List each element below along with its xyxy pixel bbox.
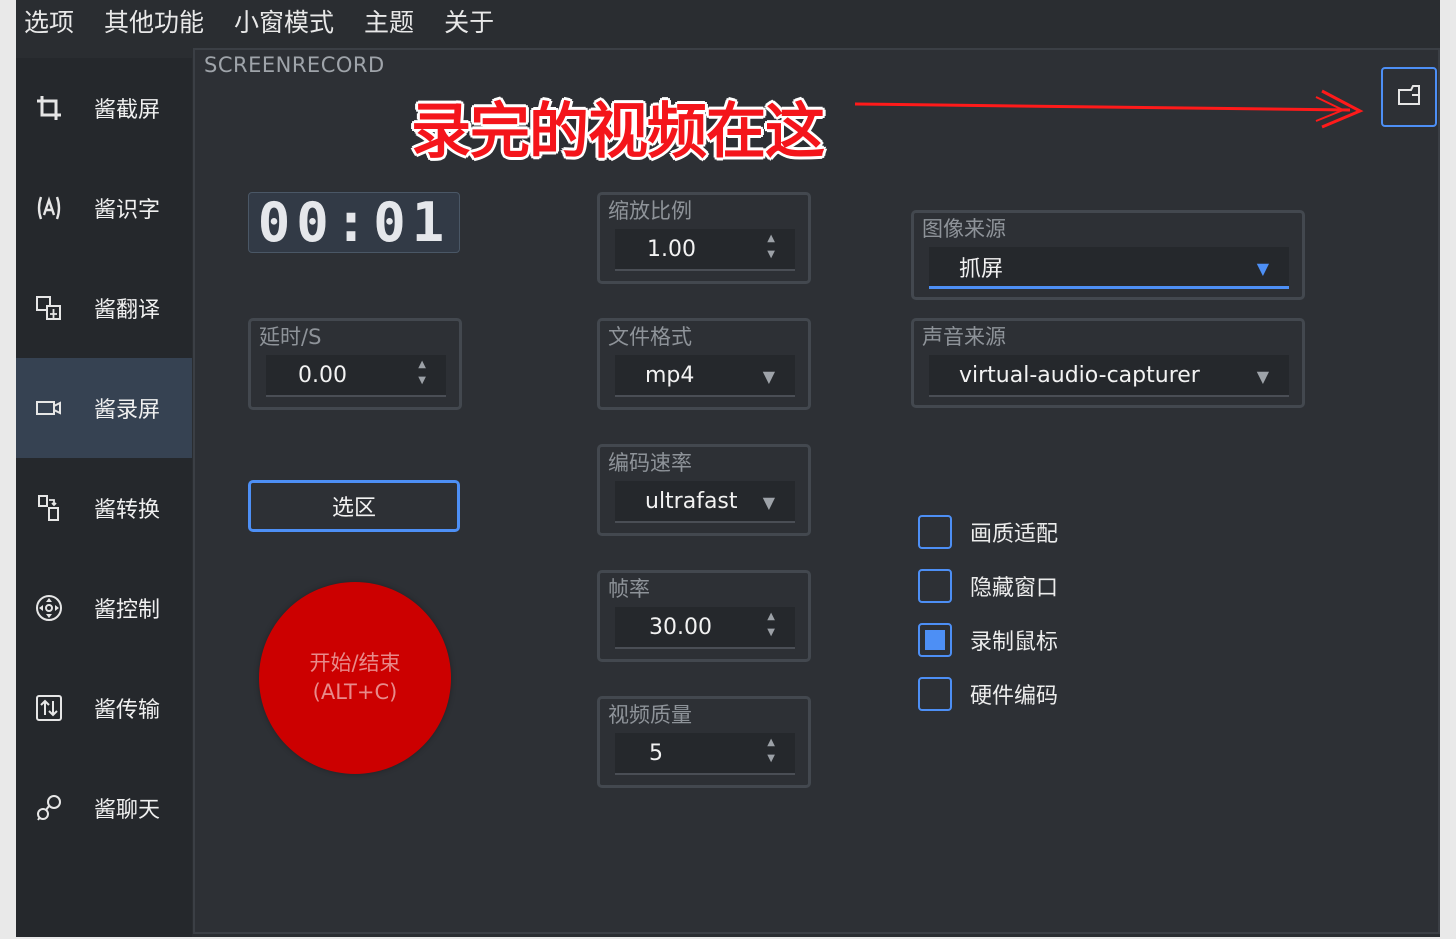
checkbox-quality-adapt[interactable]: 画质适配 bbox=[918, 514, 1058, 550]
quality-label: 视频质量 bbox=[608, 703, 692, 727]
sidebar-item-label: 酱识字 bbox=[94, 198, 161, 223]
quality-value: 5 bbox=[649, 740, 663, 766]
sidebar-item-label: 酱聊天 bbox=[94, 798, 161, 823]
file-convert-icon bbox=[34, 493, 64, 523]
fps-group: 帧率 30.00 ▲ ▼ bbox=[597, 570, 811, 662]
sidebar-item-label: 酱截屏 bbox=[94, 98, 161, 123]
checkbox-box[interactable] bbox=[918, 515, 952, 549]
checkbox-box[interactable] bbox=[918, 623, 952, 657]
sidebar-item-translate[interactable]: 酱翻译 bbox=[16, 258, 192, 358]
chevron-down-icon: ▼ bbox=[1256, 259, 1269, 278]
app-window: 选项 其他功能 小窗模式 主题 关于 酱截屏 酱识字 酱翻译 酱录屏 酱转换 酱… bbox=[16, 0, 1440, 937]
menu-about[interactable]: 关于 bbox=[436, 0, 508, 46]
checkbox-hide-window[interactable]: 隐藏窗口 bbox=[918, 568, 1058, 604]
sidebar-item-ocr[interactable]: 酱识字 bbox=[16, 158, 192, 258]
annotation-text: 录完的视频在这 bbox=[411, 97, 825, 167]
timer-display: 00:01 bbox=[248, 191, 460, 254]
fps-value: 30.00 bbox=[649, 614, 712, 640]
fps-spinbox[interactable]: 30.00 ▲ ▼ bbox=[615, 607, 795, 649]
sidebar-item-screenshot[interactable]: 酱截屏 bbox=[16, 58, 192, 158]
crop-icon bbox=[34, 93, 64, 123]
sidebar-item-label: 酱翻译 bbox=[94, 298, 161, 323]
image-source-dropdown[interactable]: 抓屏 ▼ bbox=[929, 247, 1289, 289]
quality-group: 视频质量 5 ▲ ▼ bbox=[597, 696, 811, 788]
checkbox-label: 隐藏窗口 bbox=[970, 576, 1059, 601]
scale-label: 缩放比例 bbox=[608, 199, 692, 223]
image-source-group: 图像来源 抓屏 ▼ bbox=[911, 210, 1305, 300]
chevron-down-icon: ▼ bbox=[1256, 367, 1269, 386]
delay-value: 0.00 bbox=[298, 362, 347, 388]
chevron-down-icon: ▼ bbox=[762, 367, 775, 386]
spin-arrows-icon[interactable]: ▲ ▼ bbox=[767, 231, 775, 263]
sidebar-item-chat[interactable]: 酱聊天 bbox=[16, 758, 192, 858]
menu-options[interactable]: 选项 bbox=[16, 0, 88, 46]
panel-title: SCREENRECORD bbox=[204, 53, 385, 77]
scale-group: 缩放比例 1.00 ▲ ▼ bbox=[597, 192, 811, 284]
checkmark-fill bbox=[925, 630, 945, 650]
sidebar: 酱截屏 酱识字 酱翻译 酱录屏 酱转换 酱控制 酱传输 酱聊天 bbox=[16, 58, 192, 937]
spin-arrows-icon[interactable]: ▲ ▼ bbox=[767, 735, 775, 767]
spin-arrows-icon[interactable]: ▲ ▼ bbox=[418, 357, 426, 389]
audio-source-label: 声音来源 bbox=[922, 325, 1006, 349]
menu-mini-window[interactable]: 小窗模式 bbox=[226, 0, 348, 46]
sidebar-item-label: 酱录屏 bbox=[94, 398, 161, 423]
chevron-down-icon: ▼ bbox=[762, 493, 775, 512]
record-button-shortcut: (ALT+C) bbox=[312, 680, 398, 704]
format-group: 文件格式 mp4 ▼ bbox=[597, 318, 811, 410]
image-source-value: 抓屏 bbox=[959, 256, 1004, 282]
delay-group: 延时/S 0.00 ▲ ▼ bbox=[248, 318, 462, 410]
annotation-arrow bbox=[855, 89, 1364, 129]
preset-dropdown[interactable]: ultrafast ▼ bbox=[615, 481, 795, 523]
audio-source-group: 声音来源 virtual-audio-capturer ▼ bbox=[911, 318, 1305, 408]
select-area-button[interactable]: 选区 bbox=[248, 480, 460, 532]
quality-spinbox[interactable]: 5 ▲ ▼ bbox=[615, 733, 795, 775]
delay-label: 延时/S bbox=[259, 325, 322, 349]
checkbox-box[interactable] bbox=[918, 569, 952, 603]
format-label: 文件格式 bbox=[608, 325, 692, 349]
transfer-icon bbox=[34, 693, 64, 723]
format-dropdown[interactable]: mp4 ▼ bbox=[615, 355, 795, 397]
sidebar-item-label: 酱转换 bbox=[94, 498, 161, 523]
video-camera-icon bbox=[34, 393, 64, 423]
spin-arrows-icon[interactable]: ▲ ▼ bbox=[767, 609, 775, 641]
menu-other-functions[interactable]: 其他功能 bbox=[96, 0, 218, 46]
translate-icon bbox=[34, 293, 64, 323]
delay-spinbox[interactable]: 0.00 ▲ ▼ bbox=[266, 355, 446, 397]
remote-control-icon bbox=[34, 593, 64, 623]
sidebar-item-transfer[interactable]: 酱传输 bbox=[16, 658, 192, 758]
checkbox-label: 硬件编码 bbox=[970, 684, 1059, 709]
scale-value: 1.00 bbox=[647, 236, 696, 262]
sidebar-item-convert[interactable]: 酱转换 bbox=[16, 458, 192, 558]
sidebar-item-screen-record[interactable]: 酱录屏 bbox=[16, 358, 192, 458]
checkbox-box[interactable] bbox=[918, 677, 952, 711]
preset-label: 编码速率 bbox=[608, 451, 692, 475]
sidebar-item-label: 酱传输 bbox=[94, 698, 161, 723]
screen-record-panel: SCREENRECORD 录完的视频在这 00:01 延时/S 0.00 ▲ ▼ … bbox=[193, 48, 1440, 934]
format-value: mp4 bbox=[645, 362, 695, 388]
sidebar-item-label: 酱控制 bbox=[94, 598, 161, 623]
menu-bar: 选项 其他功能 小窗模式 主题 关于 bbox=[16, 0, 1440, 46]
fps-label: 帧率 bbox=[608, 577, 650, 601]
menu-theme[interactable]: 主题 bbox=[356, 0, 428, 46]
chat-icon bbox=[34, 793, 64, 823]
text-recognition-icon bbox=[34, 193, 64, 223]
checkbox-label: 画质适配 bbox=[970, 522, 1059, 547]
sidebar-item-control[interactable]: 酱控制 bbox=[16, 558, 192, 658]
image-source-label: 图像来源 bbox=[922, 217, 1006, 241]
open-folder-button[interactable] bbox=[1381, 67, 1437, 127]
checkbox-record-mouse[interactable]: 录制鼠标 bbox=[918, 622, 1058, 658]
record-button-label: 开始/结束 bbox=[309, 651, 401, 675]
scale-spinbox[interactable]: 1.00 ▲ ▼ bbox=[615, 229, 795, 271]
folder-open-icon bbox=[1396, 83, 1422, 111]
checkbox-label: 录制鼠标 bbox=[970, 630, 1059, 655]
preset-value: ultrafast bbox=[645, 488, 738, 514]
checkbox-hardware-encode[interactable]: 硬件编码 bbox=[918, 676, 1058, 712]
audio-source-dropdown[interactable]: virtual-audio-capturer ▼ bbox=[929, 355, 1289, 397]
start-stop-record-button[interactable]: 开始/结束 (ALT+C) bbox=[259, 582, 451, 774]
audio-source-value: virtual-audio-capturer bbox=[959, 362, 1200, 388]
preset-group: 编码速率 ultrafast ▼ bbox=[597, 444, 811, 536]
